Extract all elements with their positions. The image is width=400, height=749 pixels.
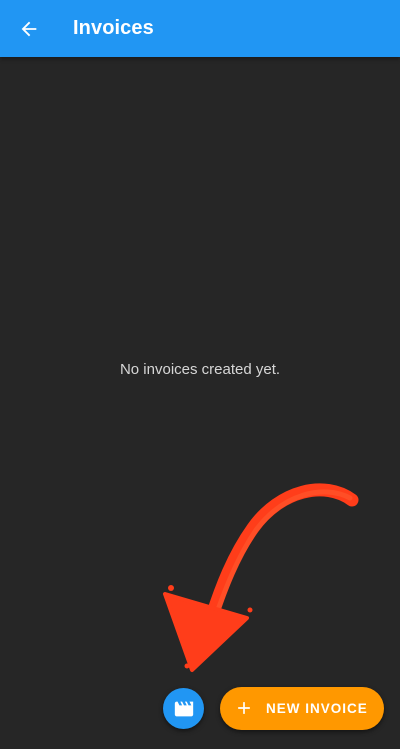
invoices-screen: Invoices No invoices created yet. NEW IN… bbox=[0, 0, 400, 749]
movie-clapperboard-icon bbox=[174, 701, 193, 716]
empty-state-message: No invoices created yet. bbox=[119, 361, 281, 378]
app-bar: Invoices bbox=[0, 0, 400, 57]
plus-icon bbox=[238, 702, 250, 714]
video-tutorial-button[interactable] bbox=[163, 688, 204, 729]
new-invoice-label: NEW INVOICE bbox=[266, 701, 368, 716]
page-title: Invoices bbox=[73, 17, 154, 39]
back-button[interactable] bbox=[12, 12, 46, 46]
new-invoice-button[interactable]: NEW INVOICE bbox=[220, 687, 384, 730]
arrow-back-icon bbox=[21, 21, 37, 37]
hand-drawn-arrow bbox=[163, 483, 359, 672]
